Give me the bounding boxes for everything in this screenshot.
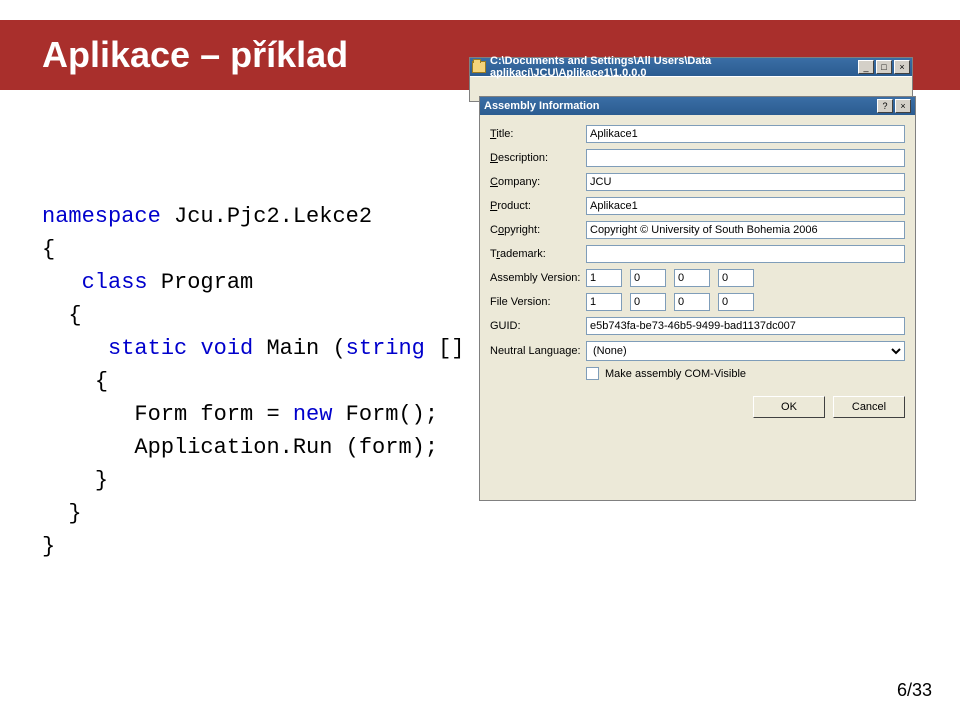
form-line-a: Form form =	[134, 402, 292, 427]
product-field[interactable]	[586, 197, 905, 215]
label-trademark: Trademark:	[490, 248, 586, 260]
dialog-title: Assembly Information	[484, 100, 877, 112]
label-product: Product:	[490, 200, 586, 212]
label-company: Company:	[490, 176, 586, 188]
label-description: Description:	[490, 152, 586, 164]
file-version-3[interactable]	[718, 293, 754, 311]
kw-string: string	[346, 336, 425, 361]
copyright-field[interactable]	[586, 221, 905, 239]
dialog-body: Title: Description: Company: Product: Co…	[480, 115, 915, 396]
explorer-titlebar[interactable]: C:\Documents and Settings\All Users\Data…	[470, 58, 912, 76]
kw-void: void	[200, 336, 253, 361]
assembly-version-2[interactable]	[674, 269, 710, 287]
page-number: 6/33	[897, 680, 932, 701]
label-com-visible: Make assembly COM-Visible	[605, 368, 746, 380]
neutral-language-select[interactable]: (None)	[586, 341, 905, 361]
help-button[interactable]: ?	[877, 99, 893, 113]
kw-class: class	[82, 270, 148, 295]
slide: Aplikace – příklad namespace Jcu.Pjc2.Le…	[0, 0, 960, 717]
label-copyright: Copyright:	[490, 224, 586, 236]
namespace-name: Jcu.Pjc2.Lekce2	[174, 204, 372, 229]
cancel-button[interactable]: Cancel	[833, 396, 905, 418]
assembly-version-0[interactable]	[586, 269, 622, 287]
brace: {	[68, 303, 81, 328]
assembly-info-dialog: Assembly Information ? × Title: Descript…	[479, 96, 916, 501]
label-guid: GUID:	[490, 320, 586, 332]
kw-static: static	[108, 336, 187, 361]
main-sig-a: Main (	[266, 336, 345, 361]
file-version-1[interactable]	[630, 293, 666, 311]
file-version-2[interactable]	[674, 293, 710, 311]
folder-icon	[472, 61, 486, 73]
close-button[interactable]: ×	[895, 99, 911, 113]
trademark-field[interactable]	[586, 245, 905, 263]
label-assembly-version: Assembly Version:	[490, 272, 586, 284]
kw-namespace: namespace	[42, 204, 161, 229]
minimize-button[interactable]: _	[858, 60, 874, 74]
label-title: Title:	[490, 128, 586, 140]
company-field[interactable]	[586, 173, 905, 191]
close-button[interactable]: ×	[894, 60, 910, 74]
com-visible-checkbox[interactable]	[586, 367, 599, 380]
title-field[interactable]	[586, 125, 905, 143]
brace: {	[95, 369, 108, 394]
ok-button[interactable]: OK	[753, 396, 825, 418]
dialog-titlebar[interactable]: Assembly Information ? ×	[480, 97, 915, 115]
maximize-button[interactable]: □	[876, 60, 892, 74]
assembly-version-1[interactable]	[630, 269, 666, 287]
form-line-b: Form();	[332, 402, 438, 427]
app-run-line: Application.Run (form);	[134, 435, 438, 460]
guid-field[interactable]	[586, 317, 905, 335]
file-version-0[interactable]	[586, 293, 622, 311]
brace: }	[68, 501, 81, 526]
brace: }	[42, 530, 544, 563]
class-name: Program	[161, 270, 253, 295]
label-neutral-language: Neutral Language:	[490, 345, 586, 357]
explorer-title: C:\Documents and Settings\All Users\Data…	[490, 55, 858, 79]
dialog-button-row: OK Cancel	[480, 396, 915, 428]
label-file-version: File Version:	[490, 296, 586, 308]
brace: }	[95, 468, 108, 493]
brace: {	[42, 233, 544, 266]
description-field[interactable]	[586, 149, 905, 167]
code-block: namespace Jcu.Pjc2.Lekce2 { class Progra…	[42, 200, 544, 563]
assembly-version-3[interactable]	[718, 269, 754, 287]
kw-new: new	[293, 402, 333, 427]
